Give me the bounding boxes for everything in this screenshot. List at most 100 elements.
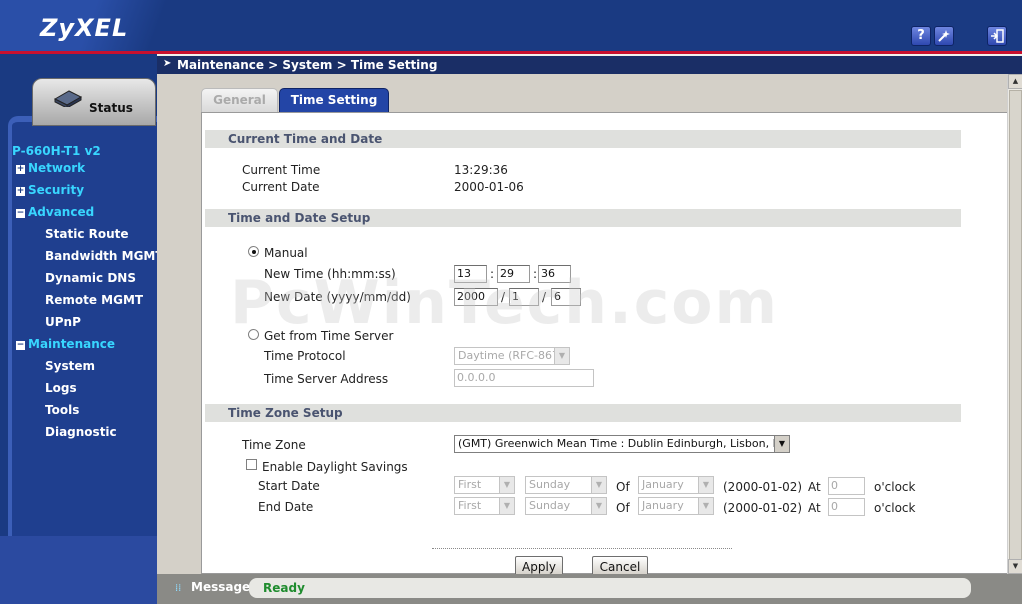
end-day-select[interactable]: Sunday ▼ (525, 497, 607, 515)
expand-icon: + (16, 164, 25, 174)
zyxel-logo: ZyXEL (40, 14, 129, 42)
new-date-label: New Date (yyyy/mm/dd) (264, 290, 411, 304)
server-address-label: Time Server Address (264, 372, 389, 386)
status-tab-label: Status (89, 101, 133, 115)
start-week-select[interactable]: First ▼ (454, 476, 515, 494)
time-zone-select[interactable]: (GMT) Greenwich Mean Time : Dublin Edinb… (454, 435, 790, 453)
sidebar-item-security[interactable]: + Security (16, 183, 84, 197)
sidebar-item-remote-mgmt[interactable]: Remote MGMT (45, 293, 143, 307)
collapse-icon: − (16, 208, 25, 218)
device-model: P-660H-T1 v2 (12, 144, 101, 158)
cancel-button[interactable]: Cancel (592, 556, 648, 576)
date-separator: / (501, 290, 506, 304)
sidebar: Status P-660H-T1 v2 (0, 54, 157, 604)
breadcrumb-arrow-icon: ➤ (163, 58, 172, 69)
end-oclock-label: o'clock (874, 501, 916, 515)
nav-panel (8, 116, 157, 536)
new-time-label: New Time (hh:mm:ss) (264, 267, 396, 281)
minute-input[interactable]: 29 (497, 265, 530, 283)
sidebar-item-advanced[interactable]: − Advanced (16, 205, 94, 219)
sidebar-item-diagnostic[interactable]: Diagnostic (45, 425, 117, 439)
end-month-select[interactable]: January ▼ (638, 497, 714, 515)
status-tab[interactable]: Status (32, 78, 156, 126)
wizard-icon[interactable] (934, 26, 954, 46)
time-protocol-label: Time Protocol (264, 349, 346, 363)
sidebar-item-bandwidth-mgmt[interactable]: Bandwidth MGMT (45, 249, 164, 263)
scrollbar-thumb[interactable] (1009, 90, 1022, 565)
time-separator: : (490, 267, 495, 281)
current-time-value: 13:29:36 (454, 163, 508, 177)
start-date-ref: (2000-01-02) (723, 480, 803, 494)
end-of-label: Of (616, 501, 630, 515)
section-time-zone-setup: Time Zone Setup (205, 404, 961, 422)
grip-icon: ⁞⁞ (175, 583, 182, 594)
breadcrumb-bar: ➤ Maintenance > System > Time Setting (157, 56, 1022, 74)
scroll-down-icon[interactable]: ▼ (1008, 559, 1022, 574)
chevron-down-icon: ▼ (774, 436, 789, 452)
day-input[interactable]: 6 (551, 288, 581, 306)
time-server-label: Get from Time Server (264, 329, 394, 343)
server-address-input[interactable]: 0.0.0.0 (454, 369, 594, 387)
settings-panel: Current Time and Date Current Time 13:29… (201, 112, 1019, 576)
end-week-select[interactable]: First ▼ (454, 497, 515, 515)
help-icon[interactable]: ? (911, 26, 931, 46)
sidebar-item-network[interactable]: + Network (16, 161, 85, 175)
start-month-select[interactable]: January ▼ (638, 476, 714, 494)
scroll-up-icon[interactable]: ▲ (1008, 74, 1022, 89)
time-protocol-select[interactable]: Daytime (RFC-867) ▼ (454, 347, 570, 365)
year-input[interactable]: 2000 (454, 288, 498, 306)
end-at-label: At (808, 501, 821, 515)
sidebar-item-system[interactable]: System (45, 359, 95, 373)
start-hour-input[interactable]: 0 (828, 477, 865, 495)
message-bar: ⁞⁞ Message Ready (157, 574, 1022, 604)
end-date-ref: (2000-01-02) (723, 501, 803, 515)
chevron-down-icon: ▼ (591, 498, 606, 514)
chevron-down-icon: ▼ (499, 498, 514, 514)
sidebar-item-logs[interactable]: Logs (45, 381, 77, 395)
month-input[interactable]: 1 (509, 288, 539, 306)
start-of-label: Of (616, 480, 630, 494)
logout-icon[interactable] (987, 26, 1007, 46)
date-separator: / (542, 290, 547, 304)
time-zone-label: Time Zone (242, 438, 306, 452)
current-time-label: Current Time (242, 163, 321, 177)
sidebar-item-dynamic-dns[interactable]: Dynamic DNS (45, 271, 136, 285)
message-status: Ready (249, 578, 971, 598)
sidebar-item-tools[interactable]: Tools (45, 403, 79, 417)
sidebar-item-upnp[interactable]: UPnP (45, 315, 81, 329)
router-admin-page: ZyXEL ? Status P-660H-T1 v2 + Network + Se… (0, 0, 1022, 604)
message-label: Message (191, 580, 251, 594)
chevron-down-icon: ▼ (554, 348, 569, 364)
manual-label: Manual (264, 246, 308, 260)
second-input[interactable]: 36 (538, 265, 571, 283)
end-date-label: End Date (258, 500, 314, 514)
end-hour-input[interactable]: 0 (828, 498, 865, 516)
time-server-radio[interactable] (248, 329, 259, 340)
daylight-savings-checkbox[interactable] (246, 459, 257, 470)
hour-input[interactable]: 13 (454, 265, 487, 283)
apply-button[interactable]: Apply (515, 556, 563, 576)
button-divider (432, 548, 732, 549)
start-day-select[interactable]: Sunday ▼ (525, 476, 607, 494)
top-header: ZyXEL ? (0, 0, 1022, 52)
tab-time-setting[interactable]: Time Setting (279, 88, 389, 112)
manual-radio[interactable] (248, 246, 259, 257)
current-date-value: 2000-01-06 (454, 180, 524, 194)
router-icon (53, 90, 83, 107)
chevron-down-icon: ▼ (698, 498, 713, 514)
chevron-down-icon: ▼ (591, 477, 606, 493)
section-time-date-setup: Time and Date Setup (205, 209, 961, 227)
breadcrumb: Maintenance > System > Time Setting (177, 58, 438, 72)
tab-general[interactable]: General (201, 88, 278, 112)
vertical-scrollbar[interactable]: ▲ ▼ (1007, 74, 1022, 574)
sidebar-item-static-route[interactable]: Static Route (45, 227, 129, 241)
collapse-icon: − (16, 340, 25, 350)
start-at-label: At (808, 480, 821, 494)
daylight-savings-label: Enable Daylight Savings (262, 460, 408, 474)
start-oclock-label: o'clock (874, 480, 916, 494)
sidebar-item-maintenance[interactable]: − Maintenance (16, 337, 115, 351)
chevron-down-icon: ▼ (698, 477, 713, 493)
start-date-label: Start Date (258, 479, 320, 493)
section-current-time: Current Time and Date (205, 130, 961, 148)
expand-icon: + (16, 186, 25, 196)
